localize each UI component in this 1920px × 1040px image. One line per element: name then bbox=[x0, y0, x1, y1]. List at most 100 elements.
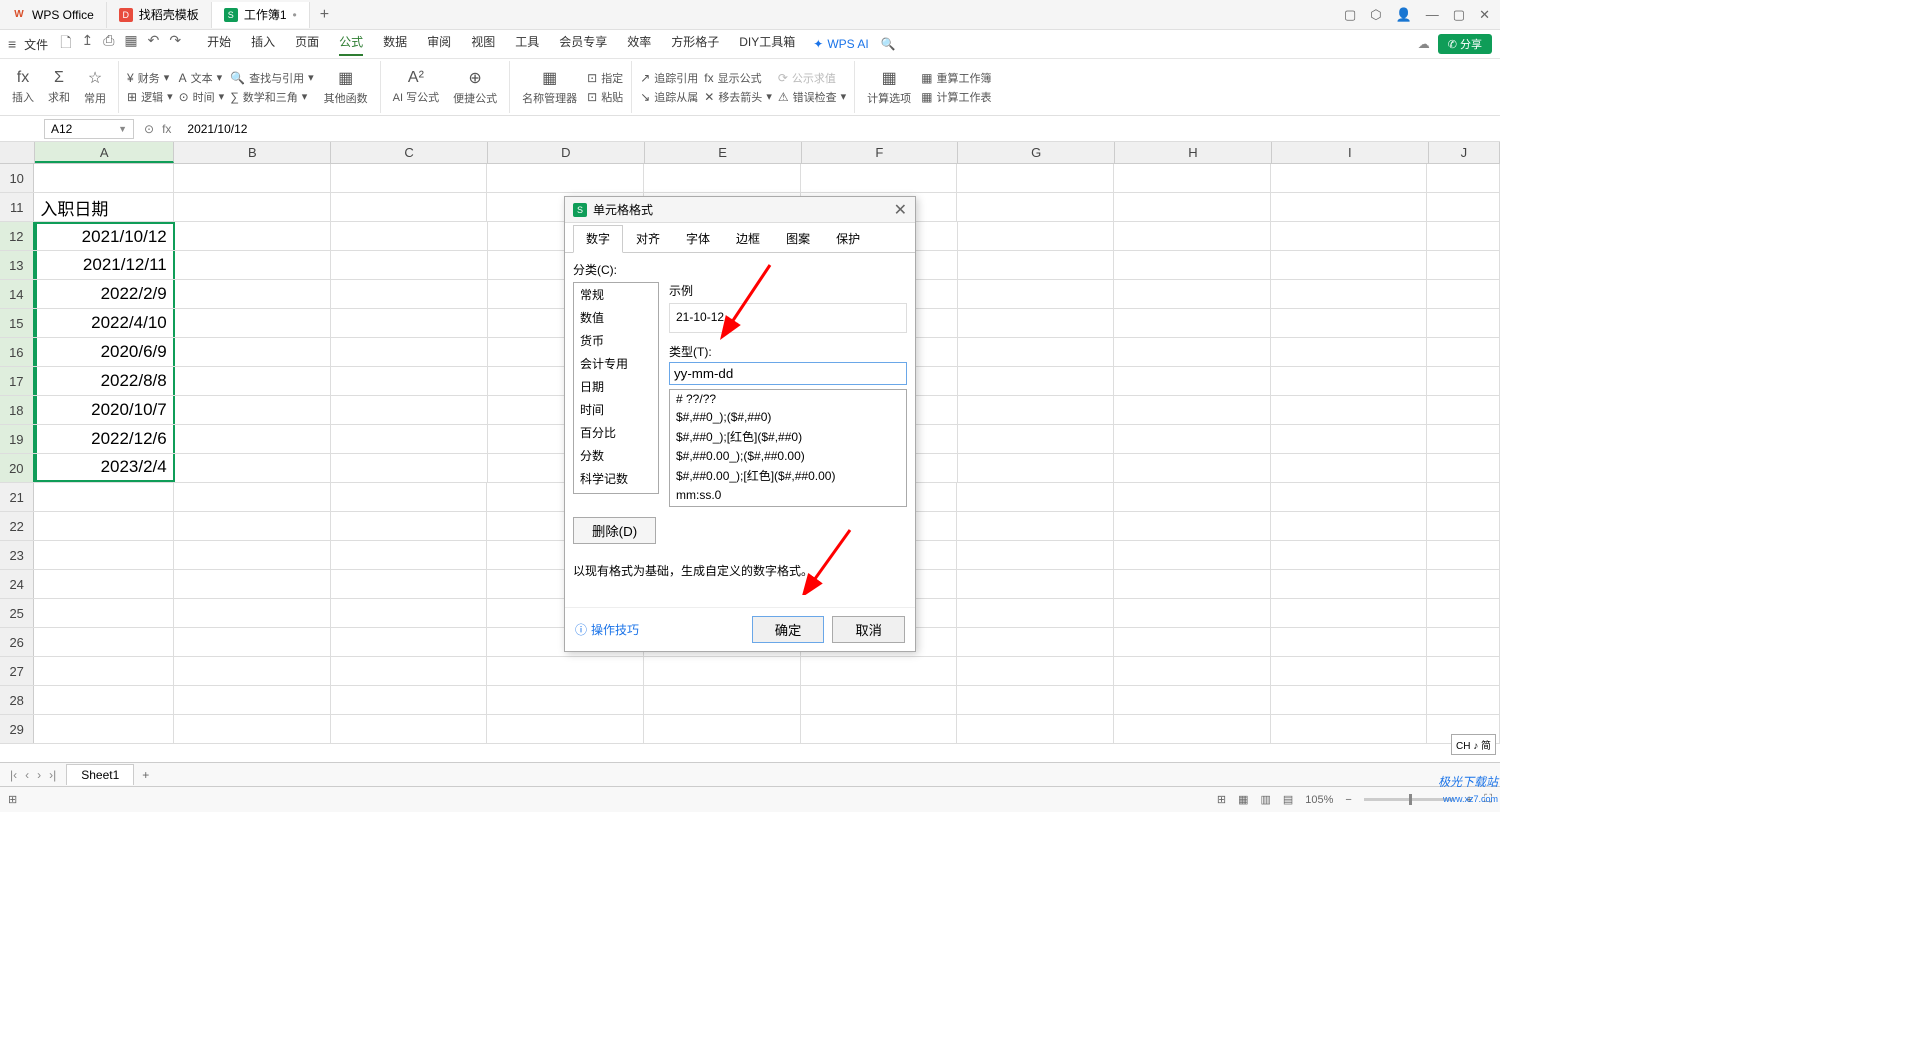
cell[interactable] bbox=[1427, 657, 1500, 685]
view-normal-icon[interactable]: ▦ bbox=[1238, 793, 1248, 806]
cell[interactable] bbox=[1271, 541, 1428, 569]
cancel-fx-icon[interactable]: ⊙ bbox=[144, 122, 154, 136]
tab-member[interactable]: 会员专享 bbox=[559, 33, 607, 56]
cell[interactable] bbox=[174, 483, 331, 511]
row-header[interactable]: 28 bbox=[0, 686, 34, 714]
cell[interactable] bbox=[487, 715, 644, 743]
cell[interactable] bbox=[1114, 425, 1271, 453]
tab-square-grid[interactable]: 方形格子 bbox=[671, 33, 719, 56]
dialog-close-icon[interactable]: ✕ bbox=[894, 200, 907, 220]
cell[interactable] bbox=[175, 222, 332, 250]
cell[interactable] bbox=[1271, 483, 1428, 511]
cell[interactable] bbox=[331, 367, 488, 395]
cell[interactable] bbox=[1427, 367, 1500, 395]
cell[interactable]: 2023/2/4 bbox=[35, 454, 175, 482]
row-header[interactable]: 24 bbox=[0, 570, 34, 598]
cell[interactable]: 2022/2/9 bbox=[35, 280, 175, 308]
tab-insert[interactable]: 插入 bbox=[251, 33, 275, 56]
cell[interactable] bbox=[331, 570, 488, 598]
cell[interactable] bbox=[331, 686, 488, 714]
lookup-button[interactable]: 🔍查找与引用 ▾ bbox=[230, 70, 313, 86]
row-header[interactable]: 14 bbox=[0, 280, 35, 308]
cat-percent[interactable]: 百分比 bbox=[574, 421, 658, 444]
error-check-button[interactable]: ⚠错误检查 ▾ bbox=[778, 89, 846, 105]
tab-formula[interactable]: 公式 bbox=[339, 33, 363, 56]
cell[interactable] bbox=[175, 367, 332, 395]
cell[interactable] bbox=[957, 599, 1114, 627]
cell[interactable] bbox=[175, 425, 332, 453]
cell[interactable] bbox=[34, 570, 174, 598]
cell[interactable] bbox=[1427, 628, 1500, 656]
tips-link[interactable]: ⓘ操作技巧 bbox=[575, 621, 639, 638]
cell[interactable] bbox=[1427, 686, 1500, 714]
dropdown-icon[interactable]: ▼ bbox=[118, 124, 127, 134]
cat-accounting[interactable]: 会计专用 bbox=[574, 352, 658, 375]
trace-dependents-button[interactable]: ↘追踪从属 bbox=[640, 89, 698, 105]
cell[interactable] bbox=[1114, 396, 1271, 424]
cell[interactable] bbox=[175, 396, 332, 424]
cell[interactable] bbox=[1114, 309, 1271, 337]
row-header[interactable]: 10 bbox=[0, 164, 34, 192]
cell[interactable] bbox=[1114, 599, 1271, 627]
cell[interactable] bbox=[1427, 193, 1500, 221]
cell[interactable] bbox=[331, 657, 488, 685]
tab-review[interactable]: 审阅 bbox=[427, 33, 451, 56]
cell[interactable] bbox=[175, 338, 332, 366]
fmt-item[interactable]: # ??/?? bbox=[670, 390, 906, 408]
dlg-tab-protect[interactable]: 保护 bbox=[823, 225, 873, 252]
sum-button[interactable]: Σ求和 bbox=[44, 67, 74, 107]
cell[interactable] bbox=[175, 454, 332, 482]
cell[interactable] bbox=[174, 541, 331, 569]
add-sheet-button[interactable]: + bbox=[134, 768, 157, 782]
cat-general[interactable]: 常规 bbox=[574, 283, 658, 306]
dlg-tab-pattern[interactable]: 图案 bbox=[773, 225, 823, 252]
cell[interactable] bbox=[1114, 628, 1271, 656]
name-box[interactable]: A12 ▼ bbox=[44, 119, 134, 139]
row-header[interactable]: 17 bbox=[0, 367, 35, 395]
row-header[interactable]: 27 bbox=[0, 657, 34, 685]
cat-date[interactable]: 日期 bbox=[574, 375, 658, 398]
save-icon[interactable]: 🗋 bbox=[60, 32, 71, 56]
grid-icon[interactable]: ⊞ bbox=[1217, 793, 1226, 806]
row-header[interactable]: 18 bbox=[0, 396, 35, 424]
format-list[interactable]: # ??/?? $#,##0_);($#,##0) $#,##0_);[红色](… bbox=[669, 389, 907, 507]
fmt-item[interactable]: $#,##0.00_);($#,##0.00) bbox=[670, 447, 906, 465]
finance-button[interactable]: ¥财务 ▾ bbox=[127, 70, 173, 86]
print-preview-icon[interactable]: ▦ bbox=[124, 32, 137, 56]
print-icon[interactable]: ⎙ bbox=[103, 32, 114, 56]
undo-icon[interactable]: ↶ bbox=[148, 32, 160, 56]
cell[interactable] bbox=[1114, 686, 1271, 714]
cell[interactable] bbox=[957, 164, 1114, 192]
close-icon[interactable]: ✕ bbox=[1479, 7, 1490, 23]
logic-button[interactable]: ⊞逻辑 ▾ bbox=[127, 89, 173, 105]
tab-diy-toolbox[interactable]: DIY工具箱 bbox=[739, 33, 795, 56]
cell[interactable]: 2021/10/12 bbox=[35, 222, 175, 250]
cell[interactable] bbox=[644, 164, 801, 192]
redo-icon[interactable]: ↷ bbox=[169, 32, 181, 56]
cell[interactable] bbox=[1271, 193, 1428, 221]
cell[interactable] bbox=[331, 222, 488, 250]
col-header-f[interactable]: F bbox=[802, 142, 959, 163]
cat-time[interactable]: 时间 bbox=[574, 398, 658, 421]
dlg-tab-align[interactable]: 对齐 bbox=[623, 225, 673, 252]
cell[interactable] bbox=[1114, 338, 1271, 366]
cat-number[interactable]: 数值 bbox=[574, 306, 658, 329]
search-icon[interactable]: 🔍 bbox=[881, 37, 896, 51]
cell[interactable] bbox=[958, 309, 1115, 337]
cell[interactable] bbox=[1271, 425, 1428, 453]
cell[interactable] bbox=[957, 715, 1114, 743]
cell[interactable] bbox=[957, 193, 1114, 221]
status-icon[interactable]: ⊞ bbox=[8, 793, 17, 806]
recalc-sheet-button[interactable]: ▦计算工作表 bbox=[921, 89, 991, 105]
cell[interactable]: 2022/4/10 bbox=[35, 309, 175, 337]
remove-arrows-button[interactable]: ✕移去箭头 ▾ bbox=[704, 89, 772, 105]
cell[interactable] bbox=[1427, 338, 1500, 366]
cell[interactable]: 2020/6/9 bbox=[35, 338, 175, 366]
cell[interactable]: 2022/8/8 bbox=[35, 367, 175, 395]
cell[interactable] bbox=[1114, 541, 1271, 569]
col-header-c[interactable]: C bbox=[331, 142, 488, 163]
cat-scientific[interactable]: 科学记数 bbox=[574, 467, 658, 490]
recalc-workbook-button[interactable]: ▦重算工作簿 bbox=[921, 70, 991, 86]
cell[interactable] bbox=[34, 483, 174, 511]
cell[interactable] bbox=[331, 251, 488, 279]
